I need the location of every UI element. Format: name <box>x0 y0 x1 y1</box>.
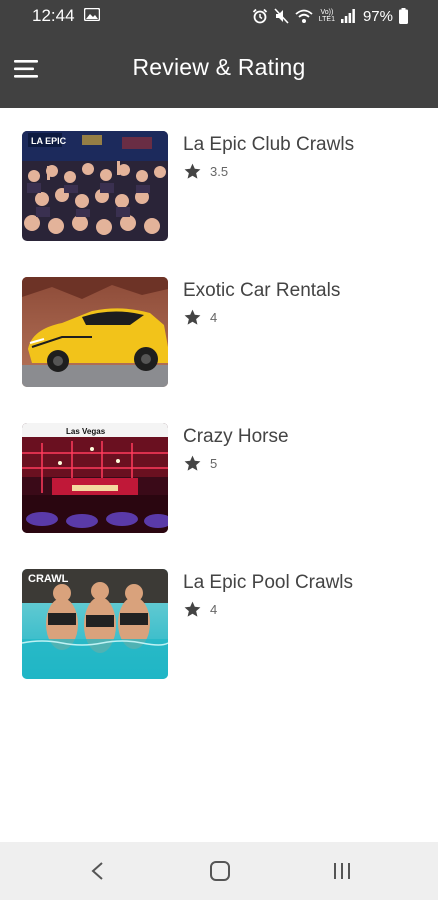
page-title: Review & Rating <box>132 54 306 80</box>
rating-value: 4 <box>210 310 218 325</box>
mute-icon <box>274 8 289 24</box>
back-chevron-icon[interactable] <box>78 856 118 886</box>
list-item-pool-crawls[interactable]: CRAWL La Epic Pool Crawls 4 <box>0 569 438 681</box>
signal-icon <box>340 9 355 23</box>
status-time: 12:44 <box>32 6 75 25</box>
rating-value: 3.5 <box>210 164 229 179</box>
battery-percent: 97% <box>362 7 393 25</box>
rating: 4 <box>183 308 217 327</box>
wifi-icon <box>295 9 313 23</box>
item-title: Crazy Horse <box>183 426 289 447</box>
rating: 3.5 <box>183 162 228 181</box>
thumb-caption-crazy-horse: Las Vegas <box>66 427 106 436</box>
list-item-crazy-horse[interactable]: Las Vegas Crazy Horse 5 <box>0 423 438 535</box>
rating: 5 <box>183 454 217 473</box>
recents-bars-icon[interactable] <box>322 856 362 886</box>
home-square-icon[interactable] <box>200 856 240 886</box>
rating-value: 5 <box>210 456 218 471</box>
app-bar: Review & Rating <box>0 32 438 108</box>
thumb-caption-pool: CRAWL <box>28 573 69 585</box>
star-icon <box>184 455 201 471</box>
gallery-icon <box>84 8 100 21</box>
list-item-club-crawls[interactable]: LA EPIC La Epic Club Crawls 3.5 <box>0 131 438 243</box>
thumbnail-club-crawls: LA EPIC <box>22 131 168 241</box>
network-label-bottom: LTE1 <box>318 16 335 23</box>
rating: 4 <box>183 600 217 619</box>
list-item-exotic-car-rentals[interactable]: Exotic Car Rentals 4 <box>0 277 438 389</box>
thumbnail-crazy-horse: Las Vegas <box>22 423 168 533</box>
item-title: La Epic Club Crawls <box>183 134 355 155</box>
rating-value: 4 <box>210 602 218 617</box>
alarm-icon <box>252 8 267 24</box>
item-title: La Epic Pool Crawls <box>183 572 354 593</box>
battery-icon <box>399 8 408 24</box>
network-label: Vo)) LTE1 <box>319 9 335 23</box>
status-bar: 12:44 Vo)) LTE1 97% <box>0 0 438 32</box>
star-icon <box>184 309 201 325</box>
star-icon <box>184 601 201 617</box>
thumbnail-exotic-car <box>22 277 168 387</box>
star-icon <box>184 163 201 179</box>
item-title: Exotic Car Rentals <box>183 280 341 301</box>
thumbnail-pool-crawls: CRAWL <box>22 569 168 679</box>
system-nav-bar <box>0 842 438 900</box>
thumb-caption-club: LA EPIC <box>31 136 67 146</box>
network-label-top: Vo)) <box>320 9 334 16</box>
